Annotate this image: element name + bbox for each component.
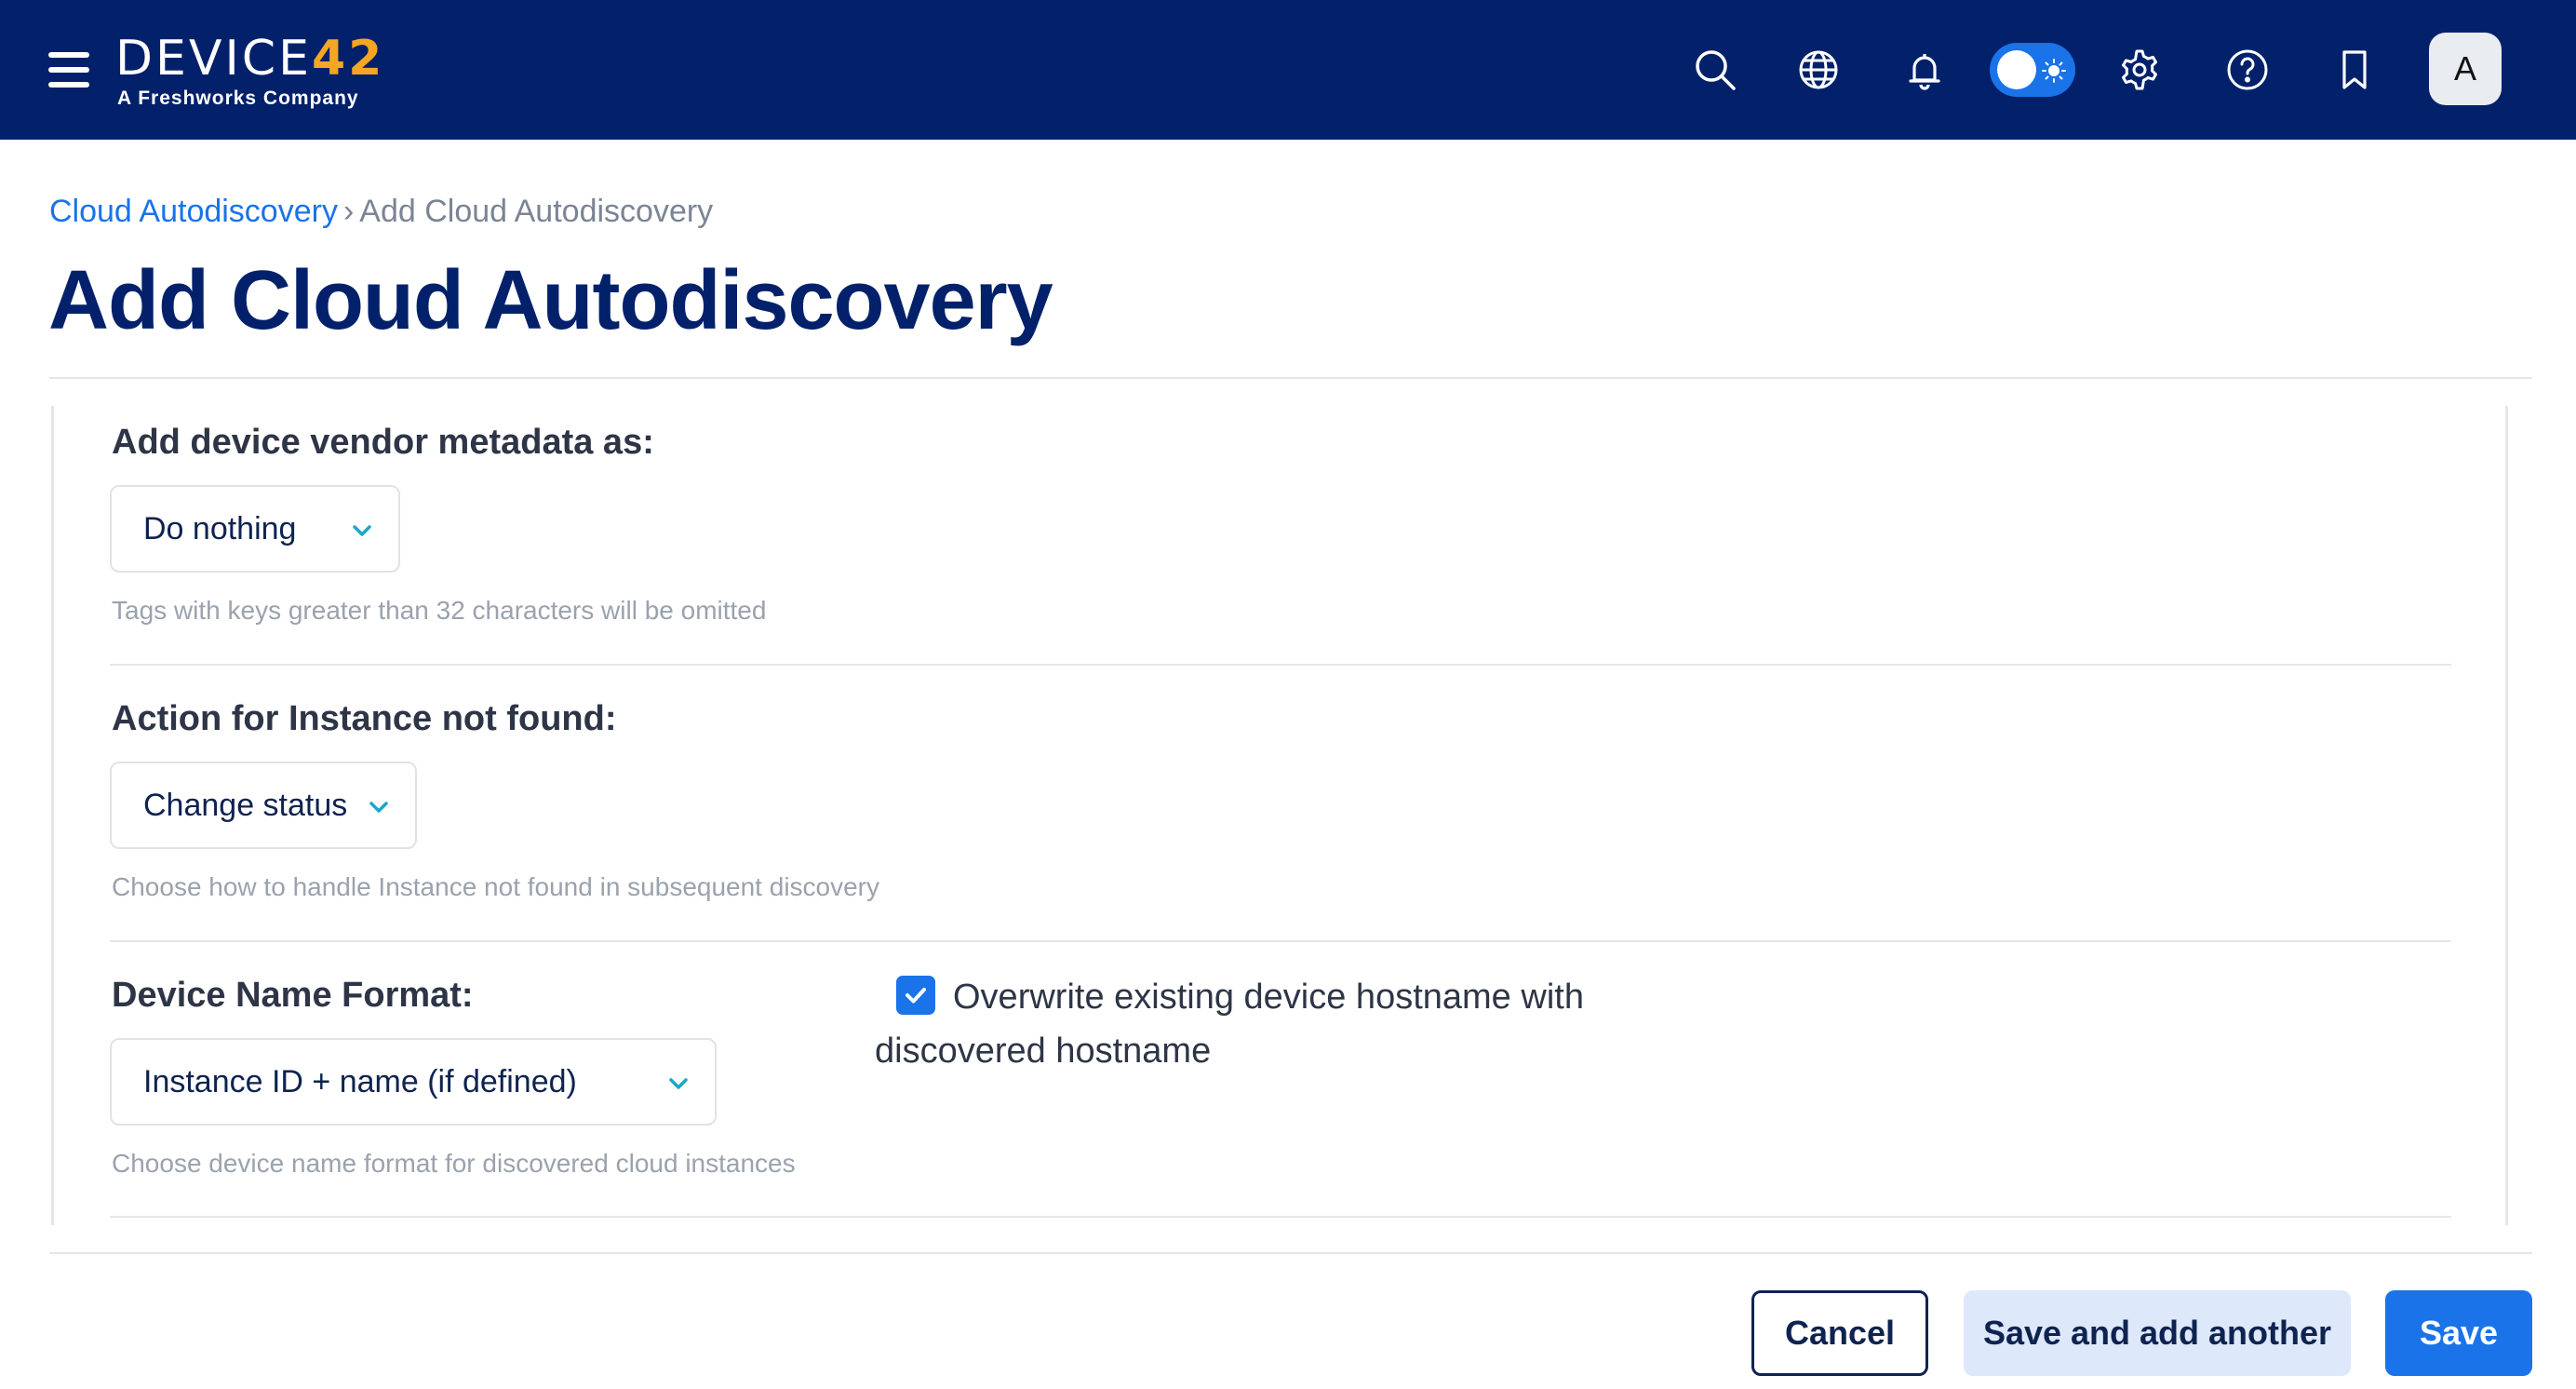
save-button[interactable]: Save [2385,1290,2532,1376]
footer-divider [49,1252,2532,1254]
breadcrumb-separator: › [342,194,355,229]
search-icon[interactable] [1687,42,1743,98]
theme-toggle[interactable] [1990,43,2075,97]
vendor-metadata-hint: Tags with keys greater than 32 character… [112,596,767,625]
instance-not-found-hint: Choose how to handle Instance not found … [112,872,880,901]
chevron-down-icon [669,1078,688,1089]
gear-icon[interactable] [2112,42,2167,98]
breadcrumb-link-cloud-autodiscovery[interactable]: Cloud Autodiscovery [49,194,338,229]
device-name-format-hint: Choose device name format for discovered… [112,1149,796,1178]
save-and-add-another-button[interactable]: Save and add another [1964,1290,2351,1376]
breadcrumb: Cloud Autodiscovery › Add Cloud Autodiscov… [49,194,713,230]
vendor-metadata-label: Add device vendor metadata as: [112,423,654,462]
logo-tagline: A Freshworks Company [117,88,359,109]
sun-icon [2042,59,2066,83]
globe-icon[interactable] [1791,42,1846,98]
instance-not-found-value: Change status [143,787,348,823]
title-divider [49,377,2532,379]
overwrite-hostname-label[interactable]: Overwrite existing device hostname with … [875,970,1638,1078]
bookmark-icon[interactable] [2327,42,2382,98]
chevron-down-icon [369,802,388,813]
avatar[interactable]: A [2429,33,2502,105]
section-divider [110,940,2451,942]
logo-wordmark: DEVICE42 [115,31,385,87]
breadcrumb-current: Add Cloud Autodiscovery [359,194,714,229]
help-icon[interactable] [2220,42,2275,98]
section-divider [110,664,2451,666]
top-navigation-bar: DEVICE42 A Freshworks Company A [0,0,2576,140]
chevron-down-icon [353,525,371,536]
section-divider [110,1216,2451,1218]
device-name-format-value: Instance ID + name (if defined) [143,1063,577,1099]
checkmark-icon [906,988,926,1004]
device-name-format-select[interactable]: Instance ID + name (if defined) [110,1038,717,1126]
cancel-button[interactable]: Cancel [1751,1290,1928,1376]
menu-icon[interactable] [48,52,89,88]
toggle-knob [1997,50,2036,89]
device42-logo[interactable]: DEVICE42 A Freshworks Company [115,34,384,110]
overwrite-hostname-checkbox[interactable] [896,976,935,1015]
page-title: Add Cloud Autodiscovery [48,254,1053,347]
bell-icon[interactable] [1897,42,1952,98]
vendor-metadata-value: Do nothing [143,510,297,546]
instance-not-found-label: Action for Instance not found: [112,699,617,738]
vendor-metadata-select[interactable]: Do nothing [110,485,400,573]
device-name-format-label: Device Name Format: [112,976,474,1015]
instance-not-found-select[interactable]: Change status [110,762,417,849]
